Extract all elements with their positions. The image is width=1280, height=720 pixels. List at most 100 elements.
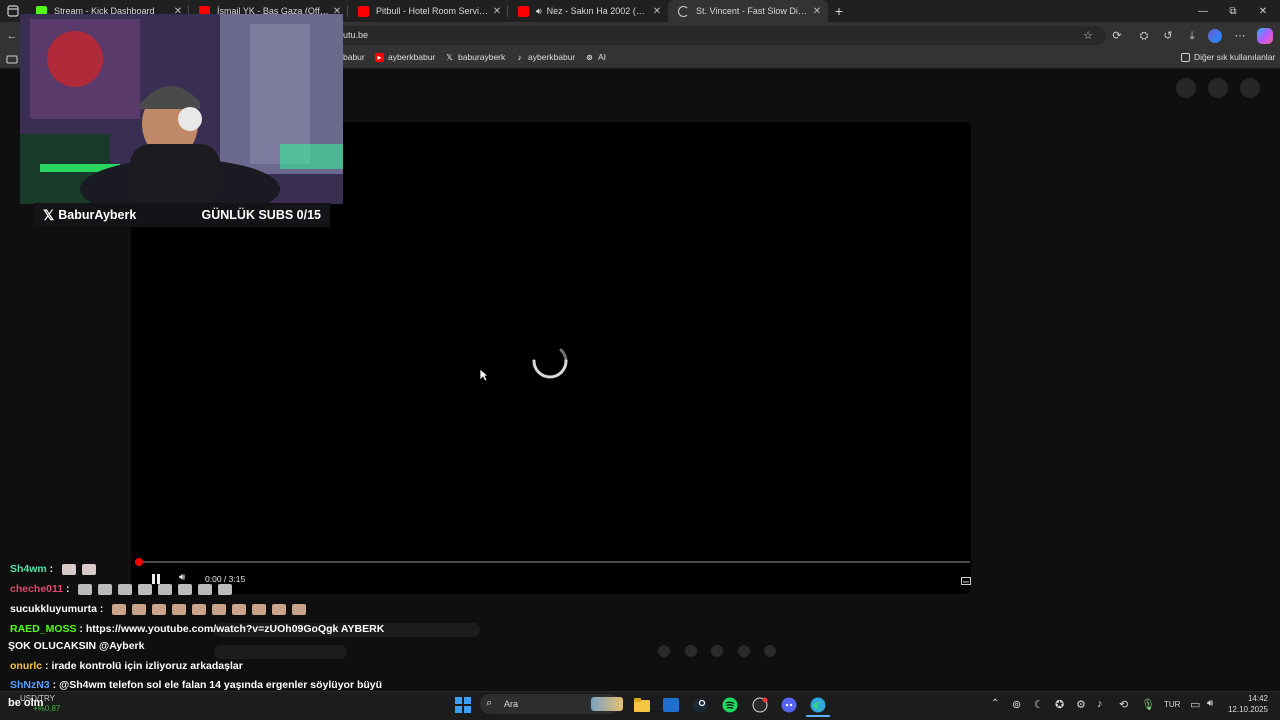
skeleton-dot [738,645,750,657]
emote-icon [192,603,207,615]
loading-icon [678,5,689,17]
address-text[interactable]: utu.be [343,30,368,40]
tray-app-icon[interactable]: ✪ [1055,698,1064,711]
copilot-icon[interactable] [1257,28,1273,44]
emote-icon [272,603,287,615]
ai-icon: ⊚ [586,52,593,62]
edge-icon[interactable] [808,695,828,715]
emote-icon [172,603,187,615]
folder-icon [1181,52,1190,62]
skeleton-bar [214,645,347,659]
address-bar[interactable] [330,26,1106,45]
active-app-indicator [806,715,830,717]
stream-banner: 𝕏 BaburAyberk GÜNLÜK SUBS 0/15 [34,203,330,227]
tray-app-icon[interactable]: ⊚ [1012,698,1021,711]
sync-tray-icon[interactable]: ⟲ [1119,698,1128,711]
maximize-button[interactable]: ⧉ [1218,0,1248,22]
emote-icon [152,603,167,615]
page-action-button[interactable] [1240,78,1260,98]
x-icon: 𝕏 [43,206,55,223]
clock-date[interactable]: 12.10.2025 [1222,705,1268,714]
progress-bar[interactable] [138,561,970,563]
youtube-icon [358,5,369,17]
bookmark-ayberkbabur-tiktok[interactable]: ♪ ayberkbabur [515,52,576,62]
network-icon[interactable]: ▭ [1190,698,1200,711]
bookmark-baburayberk-x[interactable]: 𝕏 baburayberk [445,52,505,62]
subtitles-icon[interactable] [961,573,971,585]
speaker-tray-icon[interactable]: ♪ [1097,698,1103,710]
refresh-icon[interactable]: ⟳ [1109,28,1125,44]
tab-st-vincent[interactable]: St. Vincent - Fast Slow Disco (Music) ✕ [668,0,828,22]
close-tab-icon[interactable]: ✕ [650,6,664,17]
emote-icon [98,583,113,595]
emote-icon [212,603,227,615]
search-icon: ⌕ [486,697,493,709]
steam-tray-icon[interactable]: ⚙ [1076,698,1086,711]
skeleton-dot [711,645,723,657]
x-icon: 𝕏 [446,52,453,62]
bookmark-ai[interactable]: ⊚ AI [585,52,606,62]
youtube-icon [518,5,529,17]
speaker-icon[interactable]: 🔊︎ [536,6,542,17]
skeleton-dot [658,645,670,657]
emote-icon [292,603,307,615]
ticker-overlay-text: be olm [8,697,44,709]
microphone-icon[interactable]: 🎙︎ [1141,698,1155,711]
close-tab-icon[interactable]: ✕ [810,6,824,17]
history-icon[interactable]: ↺ [1160,28,1176,44]
volume-tray-icon[interactable]: 🔊︎ [1207,698,1213,709]
emote-icon [132,603,147,615]
loading-spinner-icon [528,343,573,383]
chat-message: sucukkluyumurta : [10,603,307,615]
emote-icon [158,583,173,595]
tray-app-icon[interactable]: ☾ [1034,698,1044,711]
skeleton-dot [764,645,776,657]
profile-avatar[interactable] [1208,29,1222,43]
download-icon[interactable]: ⤓ [1184,28,1200,44]
back-icon[interactable]: ← [4,28,20,44]
chat-message: Sh4wm : [10,563,97,575]
chevron-up-icon[interactable]: ⌃ [991,698,999,709]
progress-scrubber[interactable] [135,558,143,566]
emote-icon [198,583,213,595]
new-tab-button[interactable]: + [832,3,846,19]
chat-message: RAED_MOSS : https://www.youtube.com/watc… [10,623,385,635]
emote-icon [232,603,247,615]
emote-icon [62,563,77,575]
chat-message: ŞOK OLUCAKSIN @Ayberk [8,640,145,652]
tab-pitbull[interactable]: Pitbull - Hotel Room Service (Official) … [348,0,508,22]
extensions-icon[interactable]: ⛭ [1136,28,1152,44]
bookmark-folder-icon[interactable] [6,52,18,64]
skeleton-dot [685,645,697,657]
favorite-star-icon[interactable]: ☆ [1080,28,1096,44]
emote-icon [218,583,233,595]
menu-icon[interactable]: ⋯ [1232,28,1248,44]
emote-icon [138,583,153,595]
obs-icon[interactable] [750,695,770,715]
file-explorer-icon[interactable] [632,695,652,715]
bookmark-ayberkbabur-youtube[interactable]: ▸ ayberkbabur [375,52,435,62]
start-icon[interactable] [453,695,473,715]
bookmark-babur[interactable]: babur [343,52,365,62]
other-favorites[interactable]: Diğer sık kullanılanlar [1181,52,1275,62]
language-indicator[interactable]: TUR [1164,700,1180,709]
search-highlight-icon [591,697,623,711]
tab-nez[interactable]: 🔊︎ Nez - Sakın Ha 2002 (Megamix) ✕ [508,0,668,22]
emote-icon [82,563,97,575]
minimize-button[interactable]: — [1188,0,1218,22]
webcam-overlay [20,14,343,204]
close-tab-icon[interactable]: ✕ [490,6,504,17]
emote-icon [178,583,193,595]
spotify-icon[interactable] [720,695,740,715]
clock-time[interactable]: 14:42 [1228,694,1268,703]
tab-actions-icon[interactable] [6,4,20,18]
steam-icon[interactable] [690,695,710,715]
emote-icon [78,583,93,595]
store-icon[interactable] [661,695,681,715]
discord-icon[interactable] [779,695,799,715]
close-window-button[interactable]: ✕ [1248,0,1278,22]
search-placeholder: Ara [504,699,519,709]
page-action-button[interactable] [1176,78,1196,98]
page-action-button[interactable] [1208,78,1228,98]
emote-icon [118,583,133,595]
